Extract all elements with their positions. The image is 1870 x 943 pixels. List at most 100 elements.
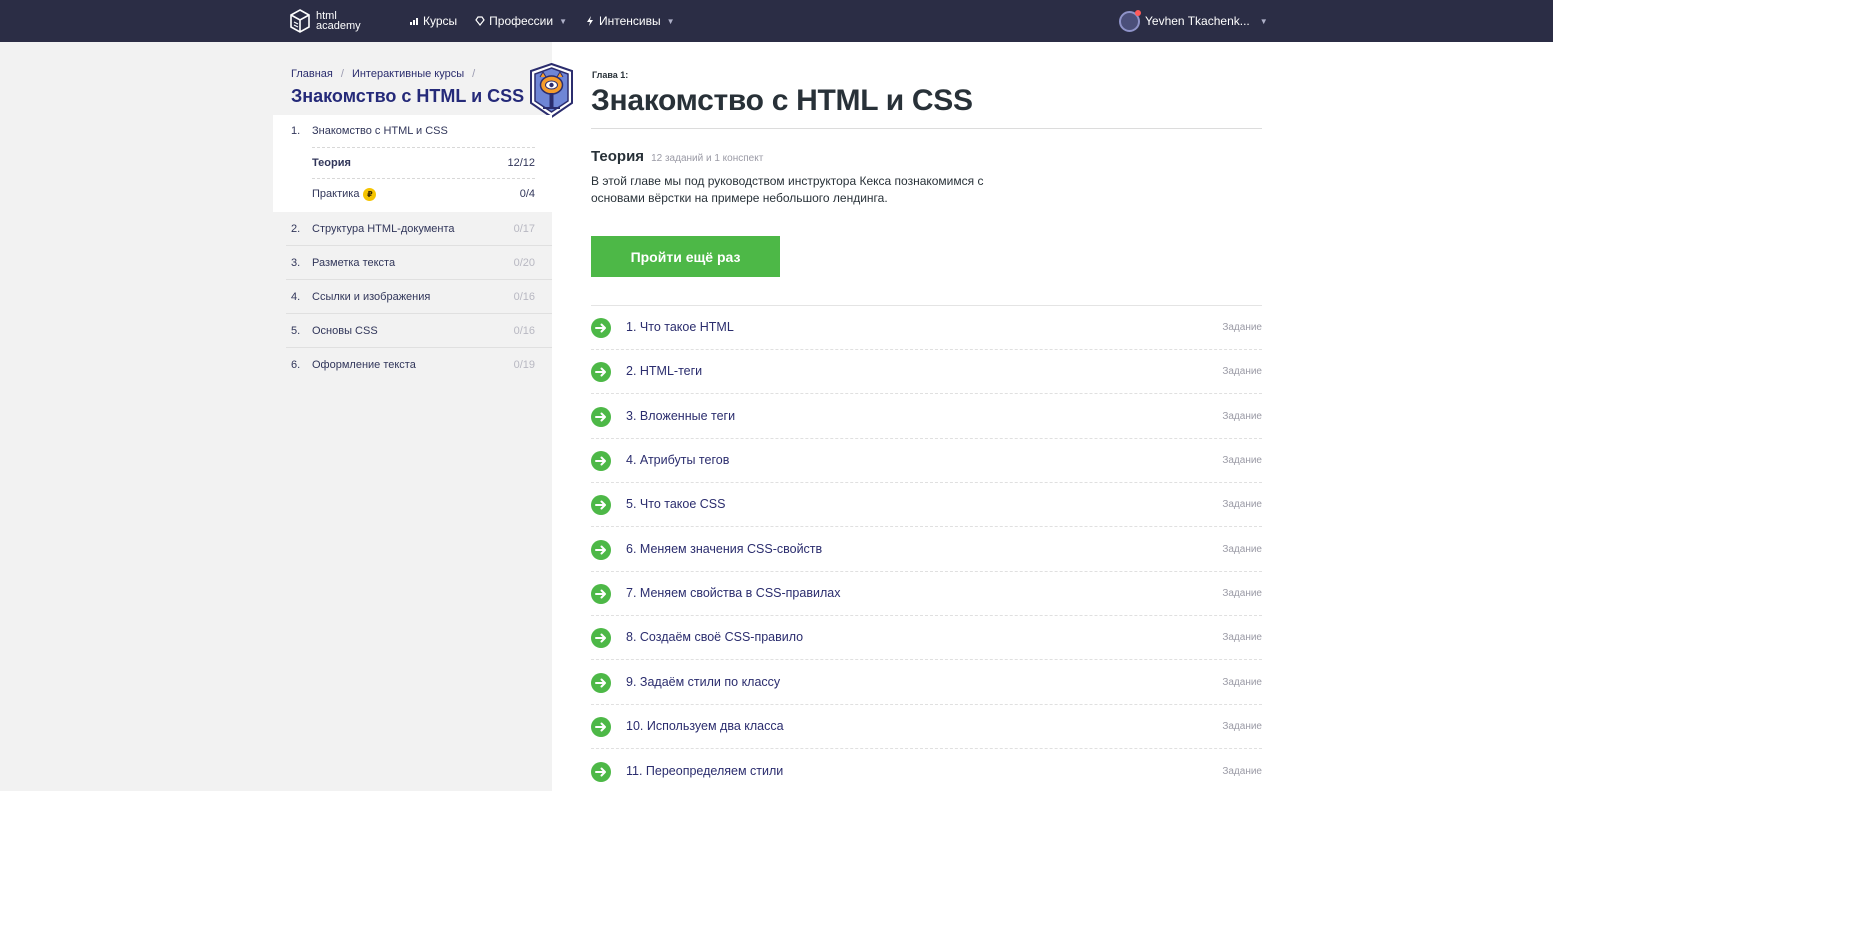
breadcrumb-separator: / (340, 68, 344, 80)
task-row[interactable]: 1. Что такое HTML Задание (591, 306, 1262, 350)
task-row[interactable]: 4. Атрибуты тегов Задание (591, 439, 1262, 484)
nav-intensives[interactable]: Интенсивы ▼ (585, 14, 675, 28)
chapter-item-active: 1. Знакомство с HTML и CSS Теория 12/12 … (273, 115, 552, 212)
nav-courses[interactable]: Курсы (409, 14, 457, 28)
task-type: Задание (1222, 410, 1262, 422)
task-name: 8. Создаём своё CSS-правило (626, 630, 804, 645)
task-row[interactable]: 8. Создаём своё CSS-правило Задание (591, 616, 1262, 661)
arrow-right-icon (591, 451, 611, 472)
diamond-icon (475, 16, 485, 26)
task-name: 9. Задаём стили по классу (626, 674, 781, 689)
ruble-icon: ₽ (363, 187, 377, 201)
breadcrumb-separator: / (472, 68, 476, 80)
retry-button[interactable]: Пройти ещё раз (591, 236, 780, 277)
task-name: 3. Вложенные теги (626, 408, 736, 423)
task-name: 5. Что такое CSS (626, 497, 726, 512)
html-academy-logo[interactable]: html academy (290, 8, 361, 34)
notification-dot (1135, 9, 1141, 16)
chapter-name: Основы CSS (312, 325, 378, 337)
chapter-number: 1. (291, 125, 301, 137)
arrow-right-icon (591, 717, 611, 738)
sidebar-item-practice[interactable]: Практика ₽ 0/4 (312, 178, 535, 209)
task-type: Задание (1222, 588, 1262, 600)
theory-description: В этой главе мы под руководством инструк… (591, 174, 984, 205)
main-nav: Курсы Профессии ▼ Интенсивы ▼ (409, 0, 693, 42)
top-navbar: html academy Курсы Профессии ▼ Интенсивы… (0, 0, 1553, 42)
task-row[interactable]: 3. Вложенные теги Задание (591, 395, 1262, 439)
task-type: Задание (1222, 676, 1262, 688)
divider (591, 128, 1262, 129)
practice-count: 0/4 (519, 188, 535, 200)
task-name: 1. Что такое HTML (626, 320, 734, 334)
nav-professions[interactable]: Профессии ▼ (475, 14, 567, 28)
arrow-right-icon (591, 761, 611, 782)
user-menu[interactable]: Yevhen Tkachenk... ▼ (1119, 9, 1268, 32)
chevron-down-icon: ▼ (666, 16, 675, 26)
task-name: 11. Переопределяем стили (626, 763, 784, 778)
logo-cube-icon (290, 9, 310, 33)
course-title: Знакомство с HTML и CSS (291, 86, 525, 106)
task-row[interactable]: 5. Что такое CSS Задание (591, 483, 1262, 528)
chapter-item-2[interactable]: 2. Структура HTML-документа 0/17 (273, 212, 552, 246)
chevron-down-icon: ▼ (1259, 16, 1268, 26)
arrow-right-icon (591, 672, 611, 693)
task-type: Задание (1222, 455, 1262, 467)
nav-professions-label: Профессии (489, 14, 554, 28)
practice-label: Практика (312, 188, 360, 200)
task-row[interactable]: 2. HTML-теги Задание (591, 350, 1262, 395)
chapter-item-3[interactable]: 3. Разметка текста 0/20 (273, 246, 552, 280)
theory-count: 12/12 (507, 157, 535, 169)
chapter-count: 0/16 (513, 291, 535, 303)
task-type: Задание (1222, 499, 1262, 511)
task-name: 6. Меняем значения CSS-свойств (626, 541, 823, 556)
arrow-right-icon (591, 406, 611, 427)
chapter-count: 0/17 (513, 223, 535, 235)
lightning-icon (587, 16, 594, 26)
chapter-count: 0/16 (513, 325, 535, 337)
chapter-number: 6. (291, 359, 301, 371)
breadcrumb-interactive-courses[interactable]: Интерактивные курсы (352, 68, 464, 80)
avatar (1119, 9, 1141, 32)
chapter-count: 0/20 (513, 257, 535, 269)
arrow-right-icon (591, 362, 611, 383)
task-row[interactable]: 9. Задаём стили по классу Задание (591, 661, 1262, 705)
logo-line-2: academy (316, 20, 361, 32)
chapter-item-4[interactable]: 4. Ссылки и изображения 0/16 (273, 280, 552, 314)
task-name: 2. HTML-теги (626, 364, 703, 379)
chapter-item-6[interactable]: 6. Оформление текста 0/19 (273, 348, 552, 382)
chapter-number: 3. (291, 257, 301, 269)
task-type: Задание (1222, 322, 1262, 333)
arrow-right-icon (591, 584, 611, 605)
task-row[interactable]: 11. Переопределяем стили Задание (591, 750, 1262, 794)
task-type: Задание (1222, 721, 1262, 733)
sidebar-item-theory[interactable]: Теория 12/12 (312, 147, 535, 178)
task-row[interactable]: 7. Меняем свойства в CSS-правилах Задание (591, 572, 1262, 617)
chapter-list: 1. Знакомство с HTML и CSS Теория 12/12 … (273, 115, 552, 382)
task-type: Задание (1222, 366, 1262, 378)
task-type: Задание (1222, 765, 1262, 777)
arrow-right-icon (591, 495, 611, 516)
logo-text: html academy (316, 11, 361, 32)
course-badge-icon (530, 63, 573, 118)
task-name: 4. Атрибуты тегов (626, 453, 730, 468)
chapter-label: Глава 1: (592, 70, 629, 80)
nav-intensives-label: Интенсивы (599, 14, 661, 28)
chevron-down-icon: ▼ (559, 16, 568, 26)
bars-icon (410, 18, 418, 25)
breadcrumb: Главная / Интерактивные курсы / (291, 68, 483, 80)
chapter-item-5[interactable]: 5. Основы CSS 0/16 (273, 314, 552, 348)
chapter-name: Оформление текста (312, 359, 416, 371)
arrow-right-icon (591, 539, 611, 560)
theory-label: Теория (312, 157, 351, 169)
breadcrumb-home[interactable]: Главная (291, 68, 333, 80)
chapter-item-1[interactable]: 1. Знакомство с HTML и CSS (273, 115, 552, 147)
page-title: Знакомство с HTML и CSS (591, 84, 973, 117)
theory-header: Теория 12 заданий и 1 конспект (591, 148, 763, 165)
task-type: Задание (1222, 543, 1262, 555)
task-row[interactable]: 6. Меняем значения CSS-свойств Задание (591, 528, 1262, 572)
nav-courses-label: Курсы (423, 14, 458, 28)
task-row[interactable]: 10. Используем два класса Задание (591, 705, 1262, 750)
task-name: 7. Меняем свойства в CSS-правилах (626, 586, 841, 601)
task-type: Задание (1222, 632, 1262, 644)
theory-subtitle: 12 заданий и 1 конспект (651, 153, 764, 164)
